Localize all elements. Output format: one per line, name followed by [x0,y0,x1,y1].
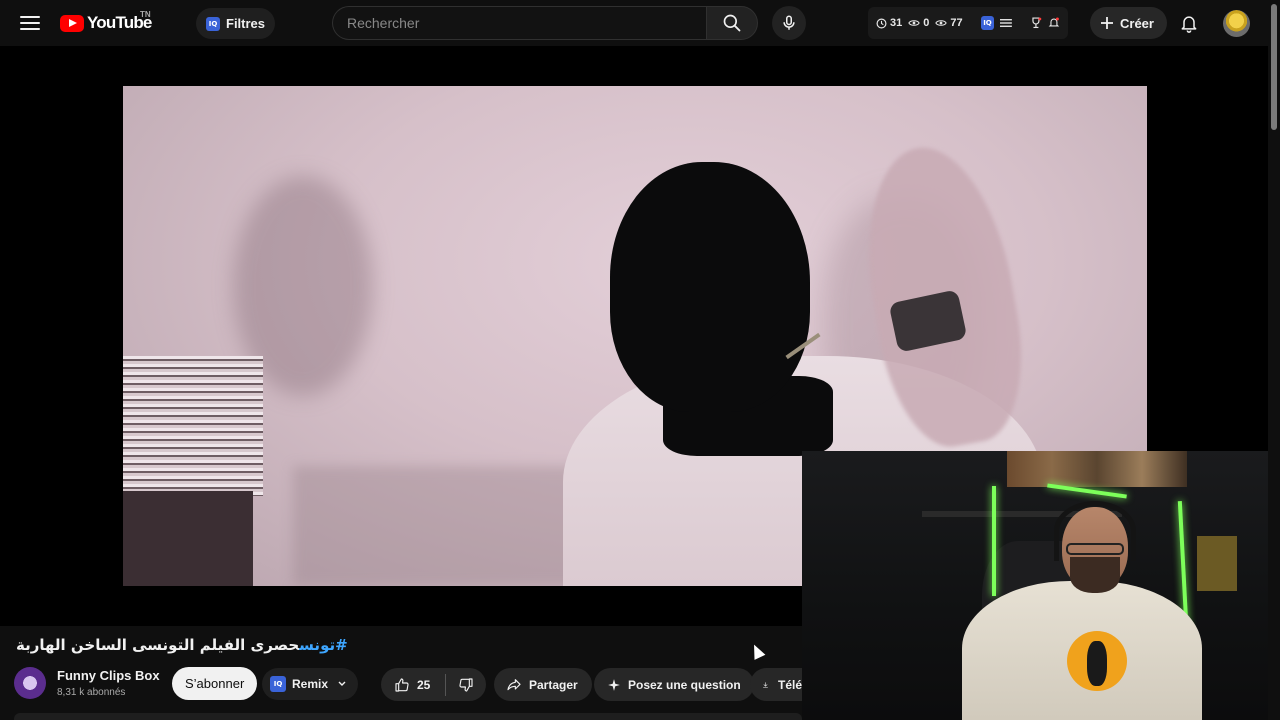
title-text: حصرى الفيلم التونسى الساخن الهاربة [16,636,300,654]
thumbs-up-icon [395,677,409,692]
mic-icon [783,15,795,30]
like-count: 25 [417,677,431,692]
menu-icon[interactable] [18,11,42,35]
plus-icon [1101,17,1113,29]
eye-icon [935,20,948,26]
ask-label: Posez une question [628,677,741,692]
description-box-edge[interactable] [14,713,802,720]
ask-question-button[interactable]: Posez une question [594,668,754,701]
webcam-overlay [802,451,1280,720]
remix-button[interactable]: IQ Remix [262,668,359,700]
iq-extension-icon: IQ [270,676,286,692]
thumbs-down-icon [459,677,473,692]
notifications-button[interactable] [1176,10,1202,36]
iq-extension-icon[interactable]: IQ [980,16,995,30]
create-button[interactable]: Créer [1090,7,1167,39]
subscribe-button[interactable]: S’abonner [172,667,258,700]
youtube-logo[interactable]: YouTube [60,12,152,34]
like-button[interactable]: 25 [381,668,445,701]
share-icon [507,678,521,690]
chevron-down-icon [338,681,346,686]
account-avatar[interactable] [1223,10,1250,37]
video-title: #تونسحصرى الفيلم التونسى الساخن الهاربة [16,636,348,654]
filters-label: Filtres [226,16,266,31]
remix-label: Remix [292,677,329,691]
watch-later-counter[interactable]: 31 [876,17,902,29]
search-icon [723,14,741,32]
page-scrollbar[interactable] [1268,0,1280,720]
scrollbar-thumb[interactable] [1271,4,1277,130]
clock-icon [876,18,887,28]
sparkle-icon [608,678,620,691]
views-counter-b[interactable]: 77 [935,17,963,29]
search-button[interactable] [706,6,758,40]
filters-button[interactable]: IQ Filtres [196,8,276,39]
dislike-button[interactable] [446,668,486,701]
views-counter-a[interactable]: 0 [908,17,929,29]
title-hashtag[interactable]: #تونس [299,636,348,654]
like-dislike-group: 25 [381,668,486,701]
subscriber-count: 8,31 k abonnés [57,687,126,698]
channel-name[interactable]: Funny Clips Box [57,668,160,683]
channel-avatar[interactable] [14,667,46,699]
extension-toolbar: 31 0 77 IQ [868,7,1068,39]
share-button[interactable]: Partager [494,668,592,701]
list-icon[interactable] [1000,18,1013,28]
alert-bell-icon[interactable] [1048,17,1060,29]
share-label: Partager [529,677,578,692]
eye-icon [908,20,920,26]
trophy-icon[interactable] [1030,17,1042,29]
download-label: Télé [777,677,802,692]
bell-icon [1181,16,1197,33]
paper-stack [123,356,263,496]
create-label: Créer [1120,15,1154,31]
balaclava [610,162,810,412]
country-code: TN [140,10,151,19]
youtube-play-icon [60,14,84,32]
voice-search-button[interactable] [772,6,806,40]
download-icon [763,681,768,688]
headset [1054,501,1136,561]
download-button[interactable]: Télé [750,668,802,701]
search-input[interactable] [332,6,706,40]
iq-extension-icon: IQ [206,16,220,31]
mouse-cursor [748,642,766,660]
masthead: YouTube TN IQ Filtres 31 0 77 IQ Cré [0,0,1268,46]
